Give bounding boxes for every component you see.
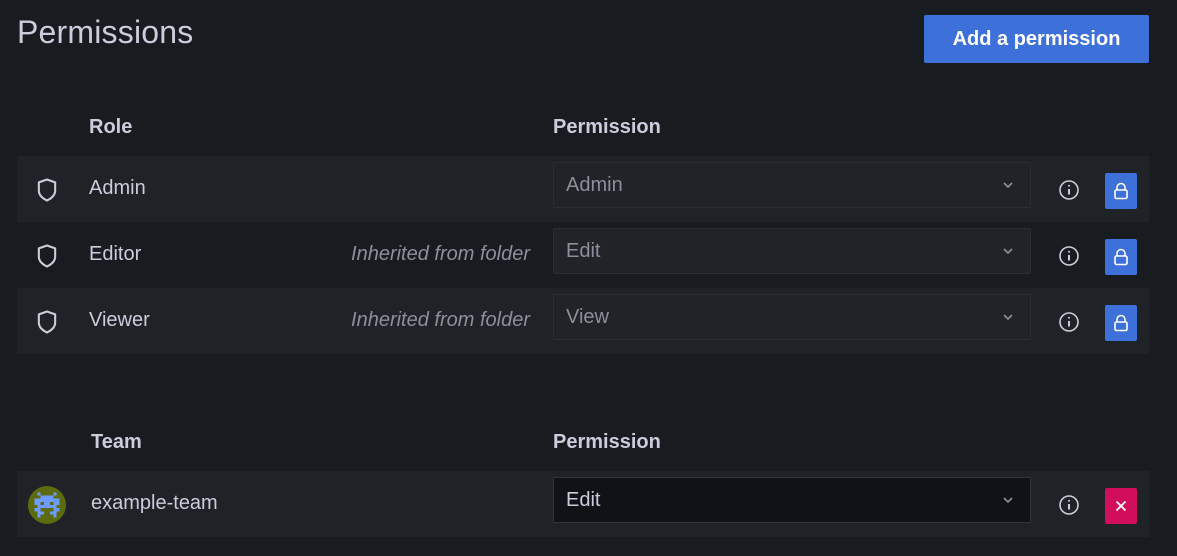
- permission-column-header: Permission: [553, 116, 661, 138]
- lock-icon: [1114, 248, 1128, 266]
- team-avatar-icon: [28, 486, 66, 524]
- page-title: Permissions: [17, 14, 194, 50]
- permission-select[interactable]: Admin: [553, 162, 1031, 208]
- permission-select-value: Edit: [566, 489, 601, 511]
- team-name[interactable]: example-team: [91, 492, 218, 515]
- close-icon: [1115, 500, 1127, 512]
- lock-button[interactable]: [1105, 239, 1137, 275]
- shield-icon: [37, 244, 57, 268]
- role-name: Admin: [89, 177, 146, 199]
- permission-column-header: Permission: [553, 431, 661, 453]
- inherited-label: Inherited from folder: [351, 309, 530, 331]
- permission-select-value: View: [566, 306, 609, 328]
- lock-icon: [1114, 182, 1128, 200]
- chevron-down-icon: [1003, 182, 1013, 189]
- permission-select-value: Edit: [566, 240, 601, 262]
- add-permission-button[interactable]: Add a permission: [924, 15, 1149, 63]
- info-icon[interactable]: [1058, 494, 1080, 516]
- chevron-down-icon: [1003, 248, 1013, 255]
- team-column-header: Team: [91, 431, 142, 453]
- shield-icon: [37, 310, 57, 334]
- info-icon[interactable]: [1058, 245, 1080, 267]
- permission-select-value: Admin: [566, 174, 623, 196]
- role-row-admin: Admin Admin: [17, 156, 1149, 222]
- permission-select[interactable]: View: [553, 294, 1031, 340]
- chevron-down-icon: [1003, 314, 1013, 321]
- permission-select[interactable]: Edit: [553, 228, 1031, 274]
- team-row: example-team Edit: [17, 471, 1149, 537]
- shield-icon: [37, 178, 57, 202]
- role-row-viewer: Viewer Inherited from folder View: [17, 288, 1149, 354]
- remove-permission-button[interactable]: [1105, 488, 1137, 524]
- chevron-down-icon: [1003, 497, 1013, 504]
- lock-icon: [1114, 314, 1128, 332]
- info-icon[interactable]: [1058, 179, 1080, 201]
- lock-button[interactable]: [1105, 305, 1137, 341]
- role-row-editor: Editor Inherited from folder Edit: [17, 222, 1149, 288]
- role-column-header: Role: [89, 116, 133, 138]
- inherited-label: Inherited from folder: [351, 243, 530, 265]
- lock-button[interactable]: [1105, 173, 1137, 209]
- role-name: Editor: [89, 243, 142, 265]
- info-icon[interactable]: [1058, 311, 1080, 333]
- role-name: Viewer: [89, 309, 150, 331]
- permission-select[interactable]: Edit: [553, 477, 1031, 523]
